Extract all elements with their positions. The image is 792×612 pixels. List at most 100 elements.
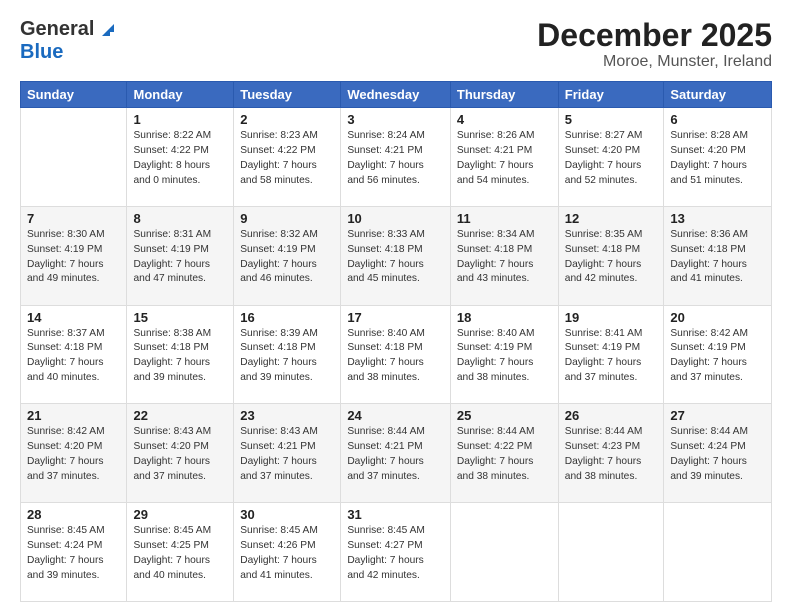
day-number: 17	[347, 310, 444, 325]
day-number: 31	[347, 507, 444, 522]
day-info: Sunrise: 8:27 AM Sunset: 4:20 PM Dayligh…	[565, 129, 658, 188]
calendar-cell: 5 Sunrise: 8:27 AM Sunset: 4:20 PM Daylig…	[558, 108, 664, 207]
day-number: 28	[27, 507, 120, 522]
day-info: Sunrise: 8:36 AM Sunset: 4:18 PM Dayligh…	[670, 228, 765, 287]
day-number: 13	[670, 211, 765, 226]
calendar-cell: 1 Sunrise: 8:22 AM Sunset: 4:22 PM Daylig…	[127, 108, 234, 207]
calendar-cell: 13 Sunrise: 8:36 AM Sunset: 4:18 PM Dayli…	[664, 206, 772, 305]
calendar-cell: 20 Sunrise: 8:42 AM Sunset: 4:19 PM Dayli…	[664, 305, 772, 404]
calendar-cell: 3 Sunrise: 8:24 AM Sunset: 4:21 PM Daylig…	[341, 108, 451, 207]
calendar-cell: 14 Sunrise: 8:37 AM Sunset: 4:18 PM Dayli…	[21, 305, 127, 404]
day-number: 3	[347, 112, 444, 127]
weekday-header: Monday	[127, 82, 234, 108]
calendar-cell: 25Sunrise: 8:44 AM Sunset: 4:22 PM Dayli…	[450, 404, 558, 503]
day-number: 27	[670, 408, 765, 423]
calendar-cell: 27 Sunrise: 8:44 AM Sunset: 4:24 PM Dayli…	[664, 404, 772, 503]
day-info: Sunrise: 8:39 AM Sunset: 4:18 PM Dayligh…	[240, 327, 334, 386]
day-info: Sunrise: 8:42 AM Sunset: 4:19 PM Dayligh…	[670, 327, 765, 386]
calendar-cell: 29 Sunrise: 8:45 AM Sunset: 4:25 PM Dayli…	[127, 503, 234, 602]
calendar-cell: 23 Sunrise: 8:43 AM Sunset: 4:21 PM Dayli…	[234, 404, 341, 503]
calendar-cell: 24Sunrise: 8:44 AM Sunset: 4:21 PM Dayli…	[341, 404, 451, 503]
calendar-week-row: 28 Sunrise: 8:45 AM Sunset: 4:24 PM Dayli…	[21, 503, 772, 602]
calendar-cell	[450, 503, 558, 602]
day-info: Sunrise: 8:43 AM Sunset: 4:21 PM Dayligh…	[240, 425, 334, 484]
day-number: 15	[133, 310, 227, 325]
day-info: Sunrise: 8:23 AM Sunset: 4:22 PM Dayligh…	[240, 129, 334, 188]
calendar-cell: 26 Sunrise: 8:44 AM Sunset: 4:23 PM Dayli…	[558, 404, 664, 503]
day-info: Sunrise: 8:41 AM Sunset: 4:19 PM Dayligh…	[565, 327, 658, 386]
day-number: 19	[565, 310, 658, 325]
day-info: Sunrise: 8:45 AM Sunset: 4:25 PM Dayligh…	[133, 524, 227, 583]
day-info: Sunrise: 8:28 AM Sunset: 4:20 PM Dayligh…	[670, 129, 765, 188]
day-number: 14	[27, 310, 120, 325]
day-info: Sunrise: 8:40 AM Sunset: 4:18 PM Dayligh…	[347, 327, 444, 386]
weekday-header: Wednesday	[341, 82, 451, 108]
day-info: Sunrise: 8:31 AM Sunset: 4:19 PM Dayligh…	[133, 228, 227, 287]
calendar-cell: 15Sunrise: 8:38 AM Sunset: 4:18 PM Dayli…	[127, 305, 234, 404]
calendar-cell: 11Sunrise: 8:34 AM Sunset: 4:18 PM Dayli…	[450, 206, 558, 305]
calendar-cell: 7 Sunrise: 8:30 AM Sunset: 4:19 PM Daylig…	[21, 206, 127, 305]
day-number: 1	[133, 112, 227, 127]
calendar-week-row: 7 Sunrise: 8:30 AM Sunset: 4:19 PM Daylig…	[21, 206, 772, 305]
day-info: Sunrise: 8:44 AM Sunset: 4:24 PM Dayligh…	[670, 425, 765, 484]
weekday-header: Tuesday	[234, 82, 341, 108]
day-info: Sunrise: 8:42 AM Sunset: 4:20 PM Dayligh…	[27, 425, 120, 484]
day-number: 29	[133, 507, 227, 522]
calendar-page: General Blue December 2025 Moroe, Munste…	[0, 0, 792, 612]
title-block: December 2025 Moroe, Munster, Ireland	[537, 18, 772, 71]
header: General Blue December 2025 Moroe, Munste…	[20, 18, 772, 71]
day-number: 7	[27, 211, 120, 226]
day-number: 12	[565, 211, 658, 226]
weekday-header: Saturday	[664, 82, 772, 108]
day-number: 5	[565, 112, 658, 127]
calendar-cell: 9Sunrise: 8:32 AM Sunset: 4:19 PM Daylig…	[234, 206, 341, 305]
day-info: Sunrise: 8:40 AM Sunset: 4:19 PM Dayligh…	[457, 327, 552, 386]
logo-blue: Blue	[20, 41, 63, 63]
calendar-cell: 12 Sunrise: 8:35 AM Sunset: 4:18 PM Dayli…	[558, 206, 664, 305]
day-number: 30	[240, 507, 334, 522]
weekday-header: Thursday	[450, 82, 558, 108]
calendar-cell	[21, 108, 127, 207]
day-number: 10	[347, 211, 444, 226]
day-info: Sunrise: 8:22 AM Sunset: 4:22 PM Dayligh…	[133, 129, 227, 188]
day-number: 4	[457, 112, 552, 127]
weekday-header: Friday	[558, 82, 664, 108]
day-number: 8	[133, 211, 227, 226]
day-info: Sunrise: 8:37 AM Sunset: 4:18 PM Dayligh…	[27, 327, 120, 386]
day-info: Sunrise: 8:45 AM Sunset: 4:27 PM Dayligh…	[347, 524, 444, 583]
day-number: 2	[240, 112, 334, 127]
day-number: 22	[133, 408, 227, 423]
day-info: Sunrise: 8:32 AM Sunset: 4:19 PM Dayligh…	[240, 228, 334, 287]
day-info: Sunrise: 8:45 AM Sunset: 4:26 PM Dayligh…	[240, 524, 334, 583]
logo-icon	[96, 18, 118, 40]
logo-general: General	[20, 18, 94, 41]
location: Moroe, Munster, Ireland	[537, 53, 772, 71]
day-number: 20	[670, 310, 765, 325]
day-number: 26	[565, 408, 658, 423]
calendar-week-row: 21 Sunrise: 8:42 AM Sunset: 4:20 PM Dayli…	[21, 404, 772, 503]
day-info: Sunrise: 8:35 AM Sunset: 4:18 PM Dayligh…	[565, 228, 658, 287]
month-title: December 2025	[537, 18, 772, 53]
calendar-cell: 10Sunrise: 8:33 AM Sunset: 4:18 PM Dayli…	[341, 206, 451, 305]
calendar-cell: 16 Sunrise: 8:39 AM Sunset: 4:18 PM Dayli…	[234, 305, 341, 404]
day-info: Sunrise: 8:44 AM Sunset: 4:22 PM Dayligh…	[457, 425, 552, 484]
calendar-cell	[558, 503, 664, 602]
header-row: SundayMondayTuesdayWednesdayThursdayFrid…	[21, 82, 772, 108]
calendar-cell: 17 Sunrise: 8:40 AM Sunset: 4:18 PM Dayli…	[341, 305, 451, 404]
day-info: Sunrise: 8:43 AM Sunset: 4:20 PM Dayligh…	[133, 425, 227, 484]
day-number: 21	[27, 408, 120, 423]
day-number: 16	[240, 310, 334, 325]
calendar-cell: 21 Sunrise: 8:42 AM Sunset: 4:20 PM Dayli…	[21, 404, 127, 503]
day-info: Sunrise: 8:24 AM Sunset: 4:21 PM Dayligh…	[347, 129, 444, 188]
day-info: Sunrise: 8:45 AM Sunset: 4:24 PM Dayligh…	[27, 524, 120, 583]
day-info: Sunrise: 8:30 AM Sunset: 4:19 PM Dayligh…	[27, 228, 120, 287]
day-info: Sunrise: 8:44 AM Sunset: 4:23 PM Dayligh…	[565, 425, 658, 484]
calendar-cell: 4Sunrise: 8:26 AM Sunset: 4:21 PM Daylig…	[450, 108, 558, 207]
day-number: 23	[240, 408, 334, 423]
calendar-cell: 18 Sunrise: 8:40 AM Sunset: 4:19 PM Dayli…	[450, 305, 558, 404]
day-number: 18	[457, 310, 552, 325]
calendar-cell: 6Sunrise: 8:28 AM Sunset: 4:20 PM Daylig…	[664, 108, 772, 207]
calendar-week-row: 14 Sunrise: 8:37 AM Sunset: 4:18 PM Dayli…	[21, 305, 772, 404]
calendar-table: SundayMondayTuesdayWednesdayThursdayFrid…	[20, 81, 772, 602]
calendar-cell: 8 Sunrise: 8:31 AM Sunset: 4:19 PM Daylig…	[127, 206, 234, 305]
